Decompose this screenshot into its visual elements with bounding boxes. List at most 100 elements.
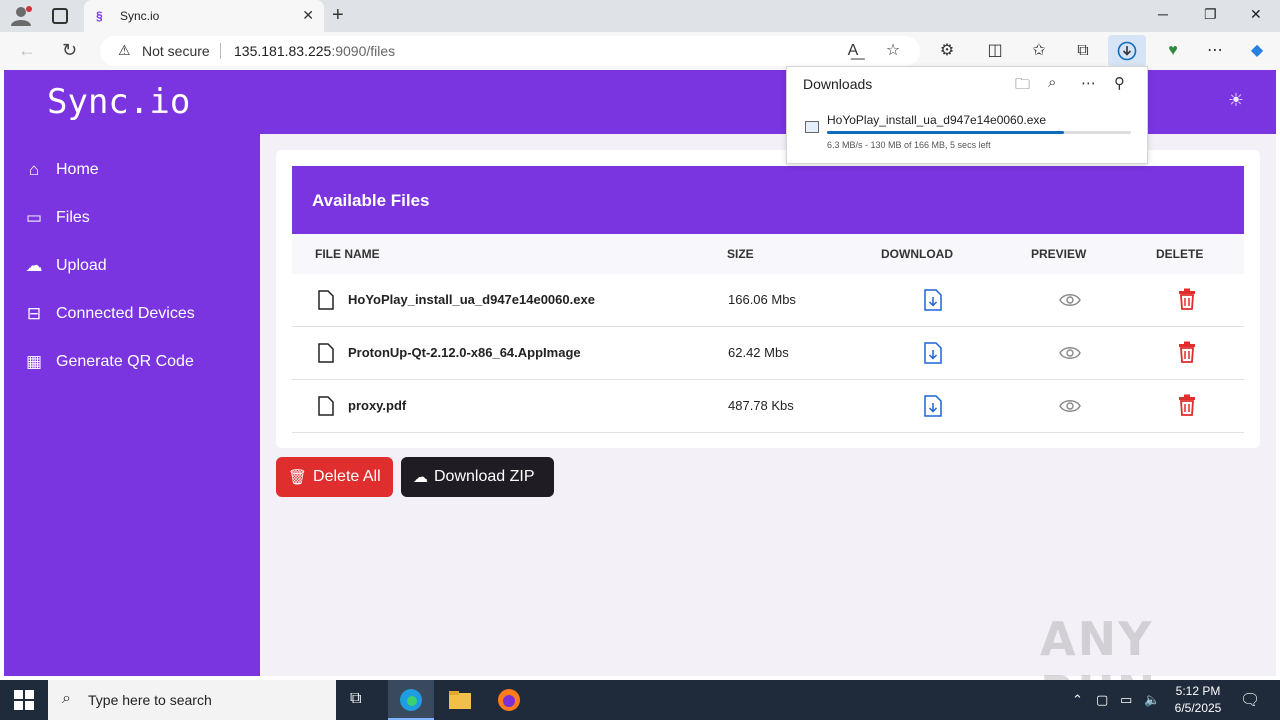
file-name: proxy.pdf [348, 398, 407, 413]
sidebar-item-label: Home [56, 161, 99, 178]
files-card-title: Available Files [312, 191, 430, 210]
column-header-delete: DELETE [1156, 247, 1204, 261]
download-file-name[interactable]: HoYoPlay_install_ua_d947e14e0060.exe [827, 113, 1046, 127]
read-aloud-icon[interactable]: A͟ [842, 40, 864, 62]
tab-title: Sync.io [120, 9, 160, 23]
taskbar: ⌕ Type here to search ⧉ ⌃ ▢ ▭ 🔈 5:12 PM … [0, 680, 1280, 720]
delete-all-button[interactable]: 🗑 Delete All [276, 457, 393, 497]
volume-icon[interactable]: 🔈 [1144, 692, 1160, 708]
table-row: HoYoPlay_install_ua_d947e14e0060.exe 166… [292, 274, 1244, 327]
warning-icon[interactable]: ⚠ [118, 42, 131, 59]
delete-trash-icon[interactable] [1178, 288, 1196, 310]
site-favicon-icon: § [96, 9, 103, 23]
sidebar-item-generate-qr[interactable]: ▦ Generate QR Code [24, 348, 194, 376]
system-clock[interactable]: 5:12 PM 6/5/2025 [1168, 683, 1228, 717]
extensions-icon[interactable]: ⚙ [936, 40, 958, 62]
sidebar-item-label: Connected Devices [56, 305, 195, 322]
downloads-button[interactable] [1108, 35, 1146, 67]
pin-icon[interactable]: ⚲ [1114, 74, 1125, 92]
collections-icon[interactable]: ⧉ [1072, 40, 1094, 62]
split-screen-icon[interactable]: ◫ [984, 40, 1006, 62]
delete-trash-icon[interactable] [1178, 341, 1196, 363]
task-view-icon[interactable]: ⧉ [350, 690, 361, 708]
profile-icon[interactable] [10, 6, 32, 26]
home-icon: ⌂ [28, 160, 40, 179]
tab-actions-icon[interactable] [52, 8, 68, 24]
brand-logo[interactable]: Sync.io [47, 82, 190, 122]
divider [220, 43, 221, 59]
table-header: FILE NAME SIZE DOWNLOAD PREVIEW DELETE [292, 234, 1244, 274]
security-label[interactable]: Not secure [142, 43, 210, 59]
files-card: Available Files FILE NAME SIZE DOWNLOAD … [276, 150, 1260, 448]
favorites-icon[interactable]: ✩ [1028, 40, 1050, 62]
sidebar-item-label: Files [56, 209, 90, 226]
favorite-star-icon[interactable]: ☆ [882, 40, 904, 62]
file-name: HoYoPlay_install_ua_d947e14e0060.exe [348, 292, 595, 307]
theme-toggle-icon[interactable]: ☀ [1228, 90, 1244, 111]
clock-date: 6/5/2025 [1174, 701, 1222, 715]
files-card-header: Available Files [292, 166, 1244, 234]
router-icon: ⊟ [26, 304, 42, 323]
table-row: proxy.pdf 487.78 Kbs [292, 380, 1244, 433]
preview-eye-icon[interactable] [1059, 343, 1081, 363]
column-header-preview: PREVIEW [1031, 247, 1087, 261]
file-size: 62.42 Mbs [728, 345, 789, 360]
column-header-file-name: FILE NAME [315, 247, 380, 261]
sidebar-item-connected-devices[interactable]: ⊟ Connected Devices [24, 300, 195, 328]
sidebar-item-upload[interactable]: ☁ Upload [24, 252, 107, 280]
clock-time: 5:12 PM [1175, 684, 1221, 698]
taskbar-edge[interactable] [388, 680, 434, 720]
download-progress-bar [827, 131, 1131, 134]
cloud-download-icon: ☁ [413, 469, 428, 486]
windows-start-icon[interactable] [14, 690, 34, 710]
copilot-icon[interactable]: ◆ [1246, 40, 1268, 62]
open-folder-icon[interactable]: 🗀 [1015, 74, 1030, 99]
download-status: 6.3 MB/s - 130 MB of 166 MB, 5 secs left [827, 140, 991, 150]
search-downloads-icon[interactable]: ⌕ [1048, 74, 1056, 91]
address-toolbar: ← ↻ ⚠ Not secure 135.181.83.225:9090/fil… [0, 32, 1280, 70]
close-tab-icon[interactable]: ✕ [302, 7, 314, 24]
trash-icon: 🗑 [288, 469, 308, 486]
download-file-icon[interactable] [924, 342, 942, 364]
new-tab-icon[interactable]: + [332, 4, 344, 27]
download-zip-button[interactable]: ☁ Download ZIP [401, 457, 554, 497]
file-icon [318, 343, 334, 363]
url-text[interactable]: 135.181.83.225:9090/files [234, 43, 395, 59]
notifications-icon[interactable]: 🗨 [1240, 690, 1260, 710]
download-file-icon[interactable] [924, 395, 942, 417]
more-menu-icon[interactable]: ⋯ [1204, 40, 1226, 62]
more-options-icon[interactable]: ⋯ [1081, 74, 1096, 92]
show-hidden-icons-icon[interactable]: ⌃ [1072, 692, 1083, 708]
file-name: ProtonUp-Qt-2.12.0-x86_64.AppImage [348, 345, 581, 360]
taskbar-search-box[interactable]: ⌕ Type here to search [48, 680, 336, 720]
column-header-size: SIZE [727, 247, 754, 261]
file-explorer-icon[interactable] [448, 688, 472, 712]
cloud-upload-icon: ☁ [25, 256, 43, 275]
close-window-icon[interactable]: ✕ [1250, 6, 1262, 23]
delete-trash-icon[interactable] [1178, 394, 1196, 416]
sidebar-item-label: Generate QR Code [56, 353, 194, 370]
download-file-icon[interactable] [924, 289, 942, 311]
sidebar-item-files[interactable]: ▭ Files [24, 204, 90, 232]
download-zip-label: Download ZIP [434, 468, 535, 485]
back-icon[interactable]: ← [18, 40, 36, 61]
maximize-icon[interactable]: ❐ [1204, 6, 1217, 23]
installer-file-icon [805, 121, 819, 133]
network-icon[interactable]: ▭ [1120, 692, 1132, 708]
search-placeholder: Type here to search [88, 692, 212, 708]
folder-icon: ▭ [25, 208, 43, 227]
file-icon [318, 396, 334, 416]
download-progress-fill [827, 131, 1065, 134]
browser-tab[interactable]: § Sync.io ✕ [84, 0, 324, 32]
sidebar-item-home[interactable]: ⌂ Home [24, 156, 99, 184]
browser-essentials-icon[interactable]: ♥ [1162, 40, 1184, 62]
minimize-icon[interactable]: ─ [1158, 6, 1168, 22]
file-icon [318, 290, 334, 310]
refresh-icon[interactable]: ↻ [62, 40, 77, 61]
table-row: ProtonUp-Qt-2.12.0-x86_64.AppImage 62.42… [292, 327, 1244, 380]
preview-eye-icon[interactable] [1059, 396, 1081, 416]
firefox-icon[interactable] [497, 688, 521, 712]
address-bar[interactable]: ⚠ Not secure 135.181.83.225:9090/files A… [100, 36, 920, 66]
preview-eye-icon[interactable] [1059, 290, 1081, 310]
device-icon[interactable]: ▢ [1096, 692, 1108, 708]
